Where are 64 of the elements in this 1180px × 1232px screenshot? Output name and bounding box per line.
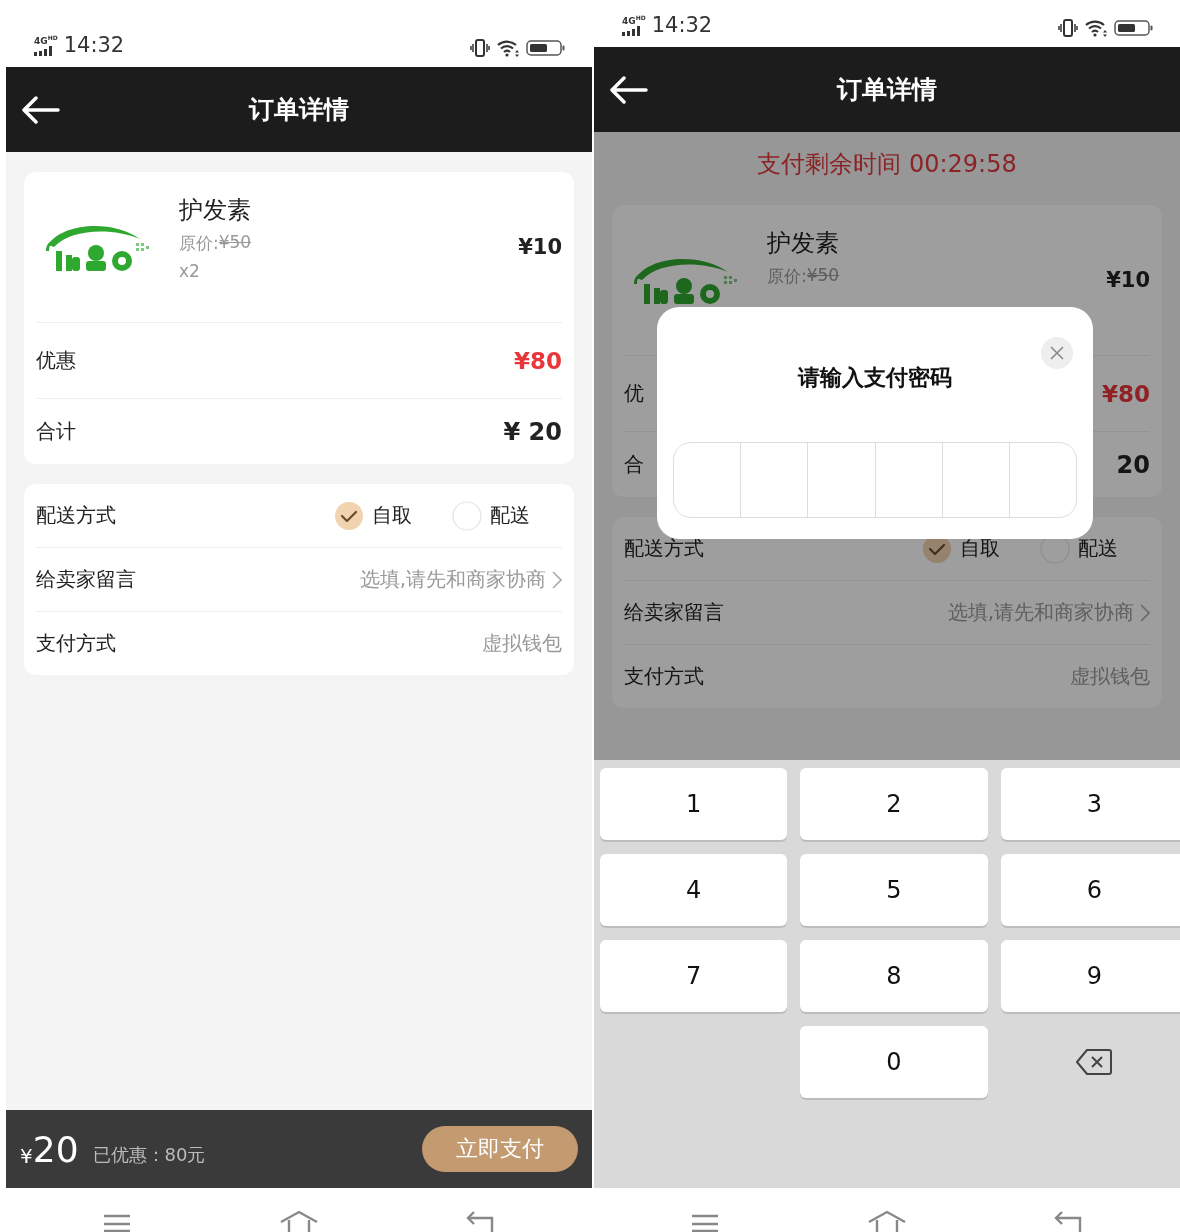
keypad-key[interactable]: 5 [800, 854, 988, 926]
chevron-right-icon[interactable] [552, 570, 562, 589]
payment-label: 支付方式 [624, 663, 704, 690]
modal-title: 请输入支付密码 [796, 364, 953, 392]
product-price: ¥10 [518, 235, 562, 259]
total-value: 20 [1116, 450, 1150, 479]
wifi-icon [496, 39, 520, 57]
keypad-key[interactable]: 6 [1000, 854, 1180, 926]
currency-symbol: ¥ [20, 1144, 33, 1168]
delivery-label: 配送方式 [624, 535, 704, 562]
original-price-label: 原价: [767, 265, 807, 288]
vibrate-icon [470, 39, 490, 57]
wifi-icon [1084, 19, 1108, 37]
discount-value: ¥80 [1102, 380, 1150, 407]
original-price: ¥50 [218, 232, 252, 254]
original-price: ¥50 [806, 265, 840, 287]
delivery-label: 配送方式 [36, 502, 116, 529]
total-value: ¥ 20 [503, 417, 562, 446]
keypad-key[interactable]: 4 [600, 854, 788, 926]
total-label: 合计 [36, 418, 76, 445]
backspace-icon [1075, 1048, 1114, 1076]
payment-label: 支付方式 [36, 630, 116, 657]
product-name: 护发素 [179, 195, 252, 226]
quantity: x2 [179, 261, 201, 281]
back-arrow-icon[interactable] [608, 75, 648, 104]
discount-summary: 已优惠：80元 [92, 1143, 206, 1167]
discount-value: ¥80 [514, 347, 562, 374]
battery-icon [1114, 19, 1154, 37]
home-icon[interactable] [279, 1210, 319, 1232]
close-button[interactable] [1041, 337, 1073, 369]
message-label: 给卖家留言 [36, 566, 136, 593]
total-amount: 20 [32, 1128, 79, 1170]
close-icon [1050, 346, 1064, 360]
keypad-key[interactable]: 3 [1000, 768, 1180, 840]
vibrate-icon [1058, 19, 1078, 37]
back-icon[interactable] [1054, 1210, 1084, 1232]
page-title: 订单详情 [835, 74, 938, 106]
keypad-key[interactable]: 7 [600, 940, 788, 1012]
home-icon[interactable] [867, 1210, 907, 1232]
countdown-timer: 支付剩余时间 00:29:58 [757, 148, 1017, 180]
discount-label: 优惠 [36, 347, 76, 374]
network-label: 4G$^{HD}$ [622, 14, 646, 26]
status-time: 14:32 [651, 13, 713, 37]
battery-icon [526, 39, 566, 57]
password-field[interactable] [673, 442, 1077, 518]
keypad-key[interactable]: 0 [800, 1026, 988, 1098]
status-time: 14:32 [63, 33, 125, 57]
delivery-option[interactable]: 配送 [452, 500, 530, 531]
keypad-key[interactable]: 8 [800, 940, 988, 1012]
product-price: ¥10 [1106, 268, 1150, 292]
keypad-key[interactable]: 9 [1000, 940, 1180, 1012]
discount-label: 优 [624, 380, 644, 407]
message-label: 给卖家留言 [624, 599, 724, 626]
chevron-right-icon[interactable] [1140, 603, 1150, 622]
original-price-label: 原价: [179, 232, 219, 255]
product-name: 护发素 [767, 228, 840, 259]
keypad-key[interactable]: 1 [600, 768, 788, 840]
keypad-key[interactable]: 2 [800, 768, 988, 840]
back-icon[interactable] [466, 1210, 496, 1232]
back-arrow-icon[interactable] [20, 95, 60, 124]
delivery-option[interactable]: 自取 [334, 500, 412, 531]
page-title: 订单详情 [247, 94, 350, 126]
total-label: 合 [624, 451, 644, 478]
network-label: 4G$^{HD}$ [34, 34, 58, 46]
